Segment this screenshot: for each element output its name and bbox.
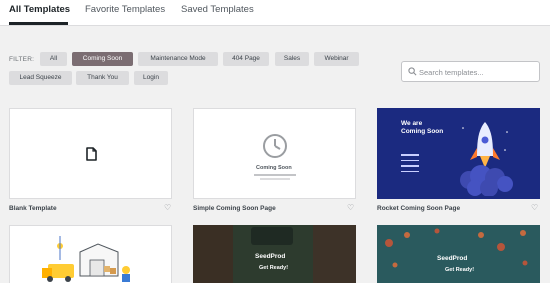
- tab-favorite-templates[interactable]: Favorite Templates: [85, 4, 165, 15]
- filter-chip-sales[interactable]: Sales: [275, 52, 309, 66]
- rocket-illustration: [460, 122, 513, 196]
- filter-chip-webinar[interactable]: Webinar: [314, 52, 359, 66]
- preview-get-ready-text: Get Ready!: [259, 265, 289, 271]
- preview-heading: We are Coming Soon: [401, 120, 444, 135]
- favorite-heart-icon[interactable]: ♡: [347, 203, 354, 212]
- template-card-rocket-coming-soon[interactable]: We are Coming Soon: [377, 108, 540, 199]
- delivery-illustration: [42, 236, 130, 282]
- filter-label: FILTER:: [9, 56, 35, 63]
- template-card-dark-photo[interactable]: SeedProd Get Ready!: [193, 225, 356, 283]
- filter-chip-thank-you[interactable]: Thank You: [76, 71, 129, 85]
- favorite-heart-icon[interactable]: ♡: [164, 203, 171, 212]
- template-card-balloons[interactable]: SeedProd Get Ready!: [377, 225, 540, 283]
- filter-chip-coming-soon[interactable]: Coming Soon: [72, 52, 133, 66]
- preview-get-ready-text: Get Ready!: [445, 267, 475, 273]
- photo-texture: [313, 225, 356, 283]
- template-card-delivery-illustration[interactable]: [9, 225, 172, 283]
- preview-line: [254, 174, 296, 176]
- clock-icon: [263, 134, 287, 158]
- filter-chip-lead-squeeze[interactable]: Lead Squeeze: [9, 71, 72, 85]
- filter-chip-all[interactable]: All: [40, 52, 67, 66]
- tab-all-templates[interactable]: All Templates: [9, 4, 70, 15]
- favorite-heart-icon[interactable]: ♡: [531, 203, 538, 212]
- template-title: Blank Template: [9, 205, 57, 212]
- photo-object: [251, 227, 293, 245]
- template-card-simple-coming-soon[interactable]: Coming Soon: [193, 108, 356, 199]
- search-input[interactable]: [419, 65, 537, 79]
- template-title: Rocket Coming Soon Page: [377, 205, 461, 212]
- active-tab-indicator: [9, 22, 68, 25]
- document-icon: [86, 147, 97, 161]
- template-card-blank[interactable]: [9, 108, 172, 199]
- photo-texture: [193, 225, 233, 283]
- preview-coming-soon-text: Coming Soon: [256, 165, 292, 171]
- seedprod-logo: SeedProd: [437, 255, 468, 262]
- template-title: Simple Coming Soon Page: [193, 205, 276, 212]
- search-icon: [408, 67, 417, 76]
- template-tabs: All Templates Favorite Templates Saved T…: [0, 0, 550, 26]
- filter-chip-login[interactable]: Login: [134, 71, 168, 85]
- search-box: [401, 61, 540, 82]
- balloons-illustration: [385, 228, 528, 268]
- tab-saved-templates[interactable]: Saved Templates: [181, 4, 254, 15]
- filter-chip-404-page[interactable]: 404 Page: [223, 52, 269, 66]
- seedprod-logo: SeedProd: [255, 253, 286, 260]
- filter-chip-maintenance-mode[interactable]: Maintenance Mode: [138, 52, 218, 66]
- preview-list: [401, 154, 419, 176]
- preview-line: [260, 178, 290, 180]
